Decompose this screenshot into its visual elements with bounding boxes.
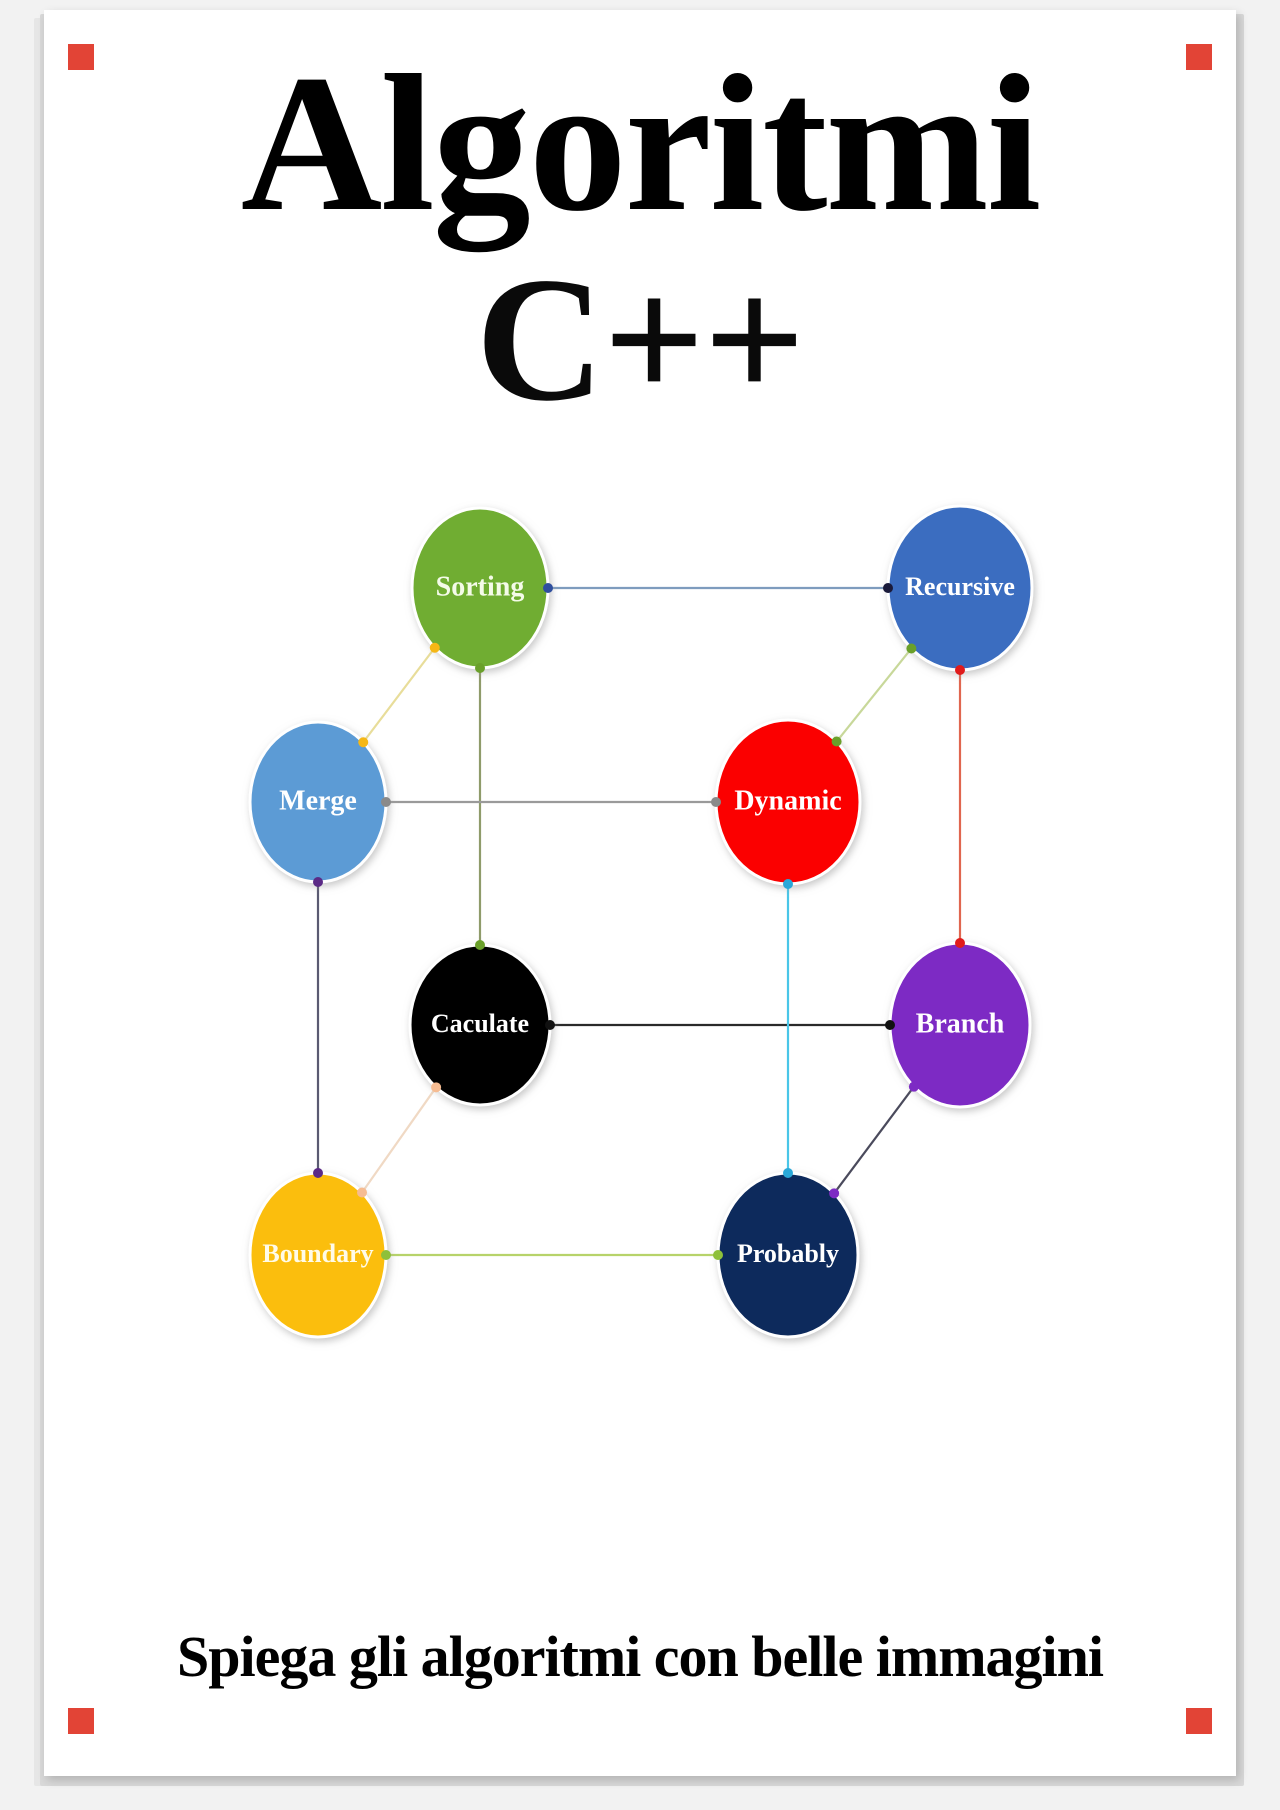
- edge-endpoint-sorting: [475, 663, 485, 673]
- edge-endpoint-layer: [313, 583, 965, 1260]
- edge-endpoint-merge: [381, 797, 391, 807]
- edge-endpoint-branch: [908, 1081, 919, 1092]
- edge-branch-probably: [833, 1086, 915, 1194]
- title-block: Algoritmi C++: [44, 35, 1236, 439]
- edge-endpoint-caculate: [431, 1082, 442, 1093]
- corner-mark-bottom-right: [1186, 1708, 1212, 1734]
- node-label-branch: Branch: [916, 1008, 1005, 1039]
- node-label-boundary: Boundary: [262, 1239, 373, 1268]
- edge-endpoint-merge: [313, 877, 323, 887]
- node-label-recursive: Recursive: [905, 572, 1015, 601]
- node-label-sorting: Sorting: [436, 571, 525, 602]
- node-branch[interactable]: Branch: [888, 941, 1032, 1109]
- node-probably[interactable]: Probably: [716, 1171, 860, 1339]
- edge-endpoint-dynamic: [711, 797, 721, 807]
- cover-tagline: Spiega gli algoritmi con belle immagini: [176, 1624, 1104, 1689]
- node-label-dynamic: Dynamic: [734, 785, 841, 816]
- cover-stage: Algoritmi C++ Sorting Recursive Merge Dynam…: [0, 0, 1280, 1810]
- book-title: Algoritmi: [240, 35, 1041, 252]
- edge-endpoint-sorting: [429, 642, 440, 653]
- edge-endpoint-boundary: [381, 1250, 391, 1260]
- node-label-probably: Probably: [737, 1239, 839, 1268]
- edge-endpoint-branch: [885, 1020, 895, 1030]
- edge-endpoint-probably: [829, 1188, 840, 1199]
- node-layer: Sorting Recursive Merge Dynamic Caculate Bran…: [248, 504, 1034, 1339]
- node-label-caculate: Caculate: [431, 1009, 529, 1038]
- algorithm-node-diagram: Sorting Recursive Merge Dynamic Caculate Bran…: [132, 480, 1148, 1360]
- edge-endpoint-caculate: [545, 1020, 555, 1030]
- edge-endpoint-probably: [783, 1168, 793, 1178]
- edge-endpoint-branch: [955, 938, 965, 948]
- book-cover-sheet: Algoritmi C++ Sorting Recursive Merge Dynam…: [44, 10, 1236, 1776]
- edge-sorting-merge: [362, 647, 436, 743]
- edge-endpoint-dynamic: [831, 736, 842, 747]
- edge-endpoint-recursive: [883, 583, 893, 593]
- corner-mark-bottom-left: [68, 1708, 94, 1734]
- diagram-canvas: Sorting Recursive Merge Dynamic Caculate Bran…: [248, 504, 1034, 1339]
- edge-endpoint-boundary: [357, 1187, 368, 1198]
- node-caculate[interactable]: Caculate: [408, 943, 552, 1107]
- edge-endpoint-sorting: [543, 583, 553, 593]
- edge-endpoint-merge: [358, 737, 369, 748]
- edge-endpoint-probably: [713, 1250, 723, 1260]
- book-subtitle-language: C++: [475, 240, 805, 439]
- edge-endpoint-caculate: [475, 940, 485, 950]
- node-boundary[interactable]: Boundary: [248, 1171, 388, 1339]
- edge-caculate-boundary: [361, 1086, 438, 1194]
- edge-recursive-dynamic: [835, 647, 913, 743]
- node-label-merge: Merge: [279, 785, 357, 816]
- edge-endpoint-recursive: [955, 665, 965, 675]
- edge-endpoint-dynamic: [783, 879, 793, 889]
- edge-endpoint-recursive: [906, 643, 917, 654]
- edge-endpoint-boundary: [313, 1168, 323, 1178]
- edge-layer: [316, 586, 962, 1257]
